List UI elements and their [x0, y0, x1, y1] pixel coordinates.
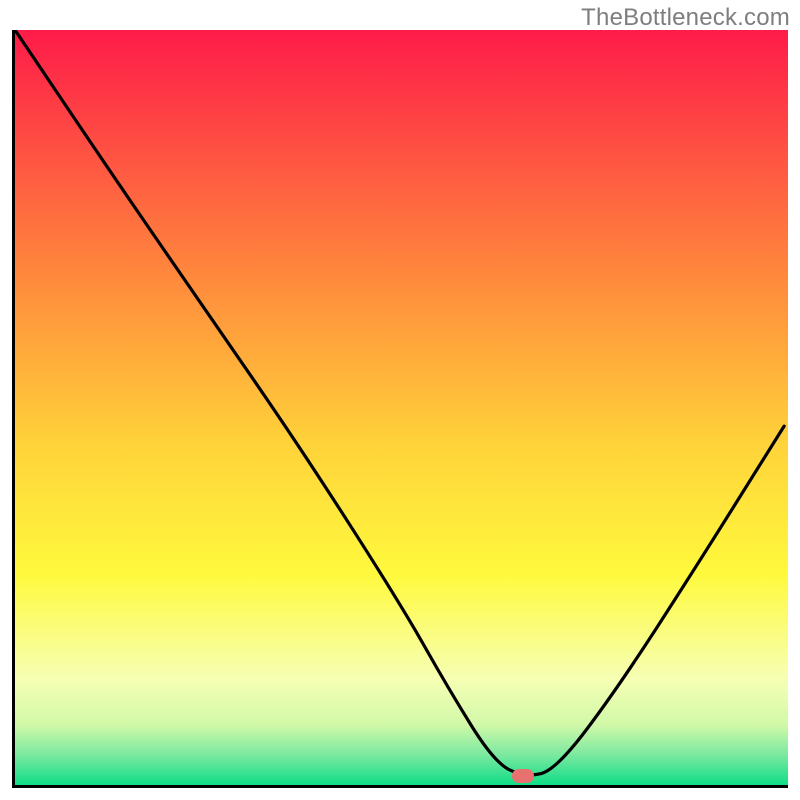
- axes-frame: [12, 30, 788, 788]
- watermark-text: TheBottleneck.com: [581, 4, 790, 32]
- chart-container: TheBottleneck.com: [0, 0, 800, 800]
- plot-area: [15, 30, 788, 785]
- bottleneck-curve: [15, 30, 788, 785]
- optimal-marker: [512, 769, 534, 783]
